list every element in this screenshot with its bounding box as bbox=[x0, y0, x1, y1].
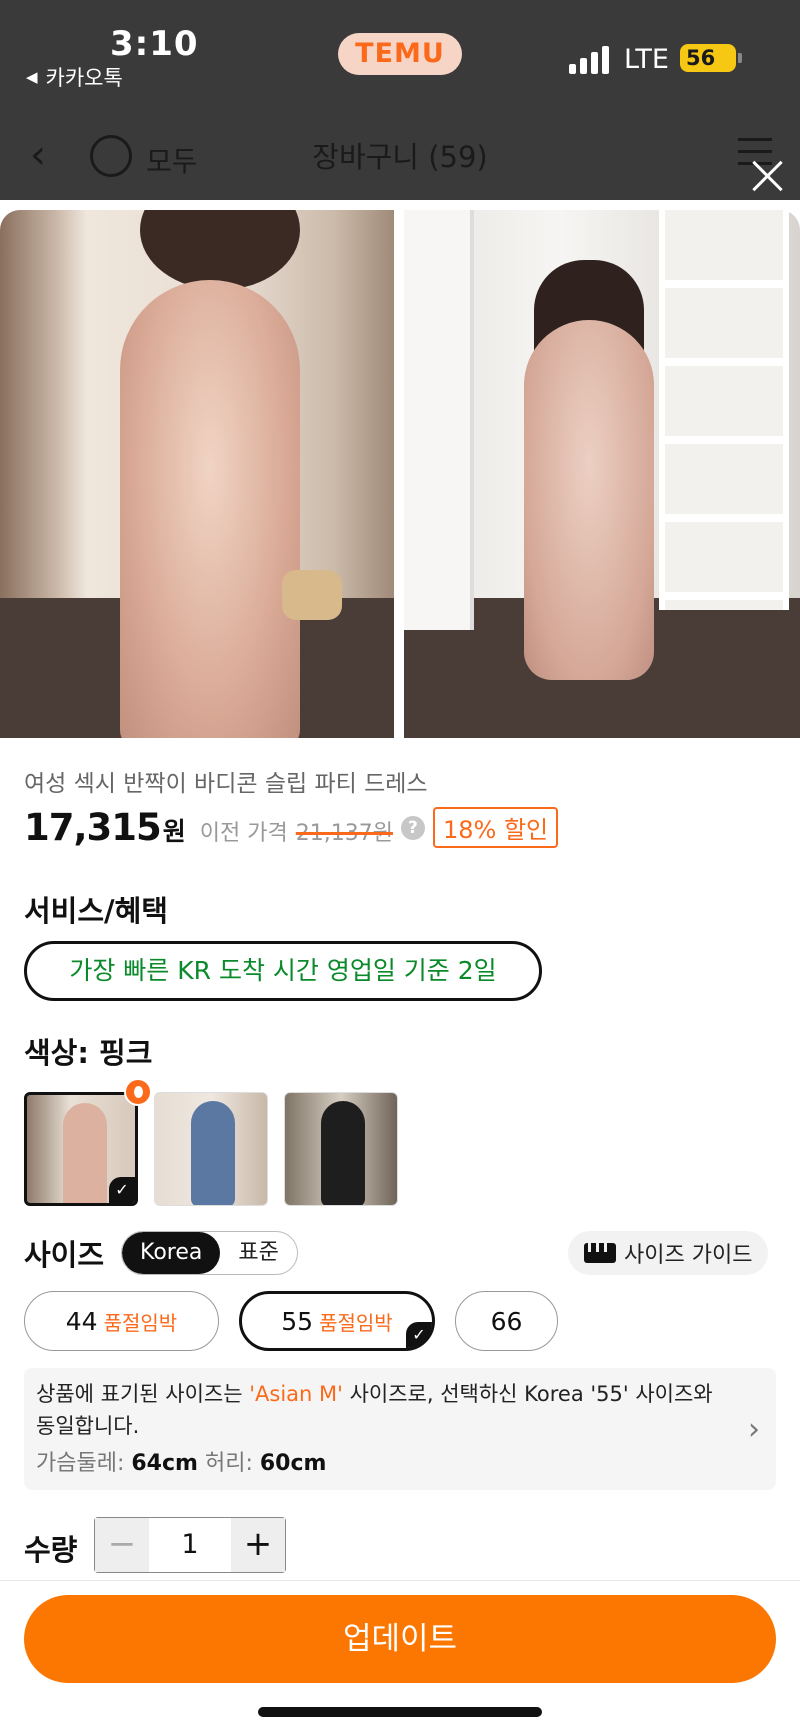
delivery-promise-pill: 가장 빠른 KR 도착 시간 영업일 기준 2일 bbox=[24, 941, 542, 1001]
size-guide-label: 사이즈 가이드 bbox=[624, 1243, 753, 1268]
battery-level: 56 bbox=[686, 46, 716, 70]
help-icon[interactable]: ? bbox=[400, 815, 425, 840]
product-photo-back[interactable] bbox=[404, 210, 800, 738]
color-swatches: ✓ bbox=[24, 1092, 398, 1206]
product-options-sheet: 여성 섹시 반짝이 바디콘 슬립 파티 드레스 17,315 원 이전 가격 2… bbox=[0, 210, 800, 1735]
color-swatch-blue[interactable] bbox=[154, 1092, 268, 1206]
check-icon: ✓ bbox=[406, 1322, 432, 1348]
update-button[interactable]: 업데이트 bbox=[24, 1595, 776, 1683]
price-row: 17,315 원 이전 가격 21,137원 ? 18% 할인 bbox=[24, 806, 559, 849]
size-system-standard[interactable]: 표준 bbox=[220, 1232, 296, 1274]
ruler-icon bbox=[584, 1243, 616, 1263]
back-app-label: 카카오톡 bbox=[45, 66, 123, 90]
size-system-korea[interactable]: Korea bbox=[122, 1232, 221, 1274]
size-option-66[interactable]: 66 bbox=[455, 1291, 558, 1351]
size-system-toggle: Korea 표준 bbox=[121, 1231, 298, 1275]
previous-price-label: 이전 가격 bbox=[199, 821, 288, 846]
fire-icon bbox=[124, 1078, 152, 1106]
size-info-highlight: 'Asian M' bbox=[249, 1382, 343, 1406]
waist-value: 60cm bbox=[259, 1451, 327, 1476]
size-option-label: 55 bbox=[281, 1306, 314, 1336]
photo-dress bbox=[524, 320, 654, 680]
low-stock-note: 품절임박 bbox=[103, 1310, 178, 1335]
photo-hair bbox=[140, 210, 300, 290]
battery-icon: 56 bbox=[680, 44, 742, 72]
price-unit: 원 bbox=[162, 817, 186, 846]
product-photo-front[interactable] bbox=[0, 210, 394, 738]
status-bar: 3:10 ◀ 카카오톡 TEMU LTE 56 bbox=[0, 0, 800, 110]
size-option-44[interactable]: 44 품절임박 bbox=[24, 1291, 219, 1351]
photo-dress bbox=[120, 280, 300, 738]
low-stock-note: 품절임박 bbox=[319, 1310, 393, 1335]
waist-label: 허리: bbox=[204, 1451, 253, 1476]
network-type: LTE bbox=[624, 44, 669, 75]
discount-badge: 18% 할인 bbox=[432, 807, 559, 848]
quantity-title: 수량 bbox=[24, 1533, 78, 1567]
cart-title: 장바구니 (59) bbox=[312, 140, 488, 174]
back-triangle-icon: ◀ bbox=[26, 68, 38, 86]
quantity-stepper: − 1 + bbox=[94, 1517, 286, 1573]
color-swatch-black[interactable] bbox=[284, 1092, 398, 1206]
quantity-decrease-button[interactable]: − bbox=[95, 1518, 149, 1572]
swatch-figure bbox=[63, 1103, 107, 1203]
current-price: 17,315 bbox=[24, 806, 162, 849]
product-title: 여성 섹시 반짝이 바디콘 슬립 파티 드레스 bbox=[24, 771, 428, 797]
status-time: 3:10 bbox=[110, 24, 199, 64]
cart-header: ‹ 모두 장바구니 (59) bbox=[0, 110, 800, 200]
previous-price: 21,137원 bbox=[295, 821, 393, 846]
quantity-increase-button[interactable]: + bbox=[231, 1518, 285, 1572]
check-icon: ✓ bbox=[109, 1177, 135, 1203]
product-gallery[interactable] bbox=[0, 210, 800, 738]
size-option-label: 44 bbox=[65, 1306, 98, 1336]
photo-bag bbox=[282, 570, 342, 620]
home-indicator[interactable] bbox=[258, 1707, 542, 1717]
size-info-pre: 상품에 표기된 사이즈는 bbox=[36, 1382, 250, 1406]
chest-label: 가슴둘레: bbox=[36, 1451, 125, 1476]
quantity-value[interactable]: 1 bbox=[149, 1518, 231, 1572]
swatch-figure bbox=[191, 1101, 235, 1205]
cell-signal-icon bbox=[569, 44, 609, 74]
photo-shelf bbox=[659, 210, 789, 610]
size-info-box[interactable]: 상품에 표기된 사이즈는 'Asian M' 사이즈로, 선택하신 Korea … bbox=[24, 1368, 776, 1490]
photo-door bbox=[404, 210, 474, 630]
size-options: 44 품절임박 55 품절임박 ✓ 66 bbox=[24, 1291, 558, 1351]
swatch-figure bbox=[321, 1101, 365, 1205]
chest-value: 64cm bbox=[131, 1451, 198, 1476]
size-section-title: 사이즈 bbox=[24, 1238, 105, 1272]
divider bbox=[0, 1580, 800, 1581]
service-section-title: 서비스/혜택 bbox=[24, 894, 168, 928]
color-section-title: 색상: 핑크 bbox=[24, 1036, 153, 1070]
back-to-app-link[interactable]: ◀ 카카오톡 bbox=[26, 62, 123, 92]
size-info-text: 상품에 표기된 사이즈는 'Asian M' 사이즈로, 선택하신 Korea … bbox=[36, 1378, 722, 1442]
color-swatch-pink[interactable]: ✓ bbox=[24, 1092, 138, 1206]
size-option-55[interactable]: 55 품절임박 ✓ bbox=[239, 1291, 435, 1351]
temu-app-badge: TEMU bbox=[338, 33, 462, 75]
size-guide-button[interactable]: 사이즈 가이드 bbox=[568, 1231, 769, 1275]
size-option-label: 66 bbox=[490, 1306, 523, 1336]
size-measurements: 가슴둘레: 64cm 허리: 60cm bbox=[36, 1448, 722, 1480]
chevron-right-icon: › bbox=[748, 1412, 760, 1447]
close-icon[interactable] bbox=[748, 156, 788, 196]
